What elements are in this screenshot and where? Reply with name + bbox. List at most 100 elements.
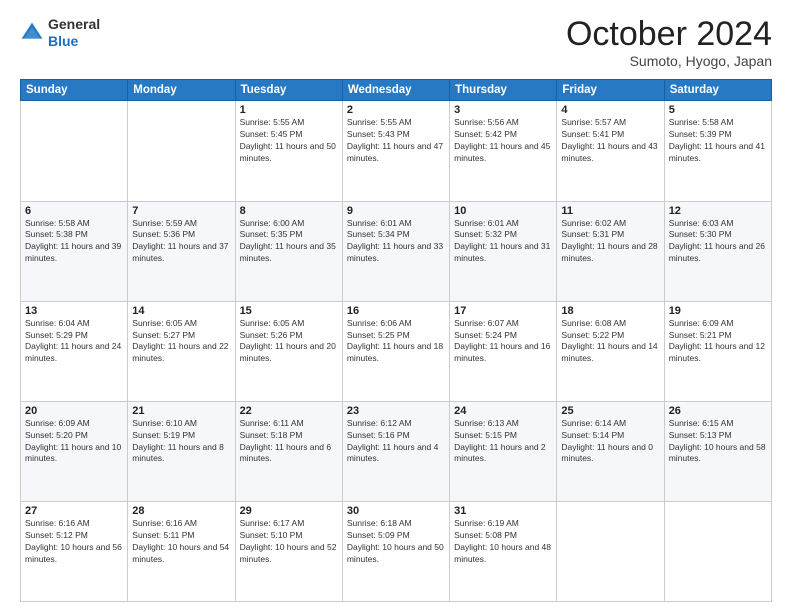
calendar-cell: 22Sunrise: 6:11 AMSunset: 5:18 PMDayligh…	[235, 401, 342, 501]
day-number: 1	[240, 104, 338, 116]
day-number: 14	[132, 305, 230, 317]
cell-text: Sunrise: 5:58 AMSunset: 5:39 PMDaylight:…	[669, 117, 767, 165]
cell-text: Sunrise: 6:06 AMSunset: 5:25 PMDaylight:…	[347, 318, 445, 366]
cell-text: Sunrise: 6:10 AMSunset: 5:19 PMDaylight:…	[132, 418, 230, 466]
cell-text: Sunrise: 6:12 AMSunset: 5:16 PMDaylight:…	[347, 418, 445, 466]
calendar-cell: 18Sunrise: 6:08 AMSunset: 5:22 PMDayligh…	[557, 301, 664, 401]
cell-text: Sunrise: 6:01 AMSunset: 5:34 PMDaylight:…	[347, 218, 445, 266]
day-number: 5	[669, 104, 767, 116]
day-number: 12	[669, 205, 767, 217]
calendar-cell	[21, 101, 128, 201]
weekday-header-friday: Friday	[557, 80, 664, 101]
day-number: 9	[347, 205, 445, 217]
calendar-week-3: 13Sunrise: 6:04 AMSunset: 5:29 PMDayligh…	[21, 301, 772, 401]
calendar-cell: 13Sunrise: 6:04 AMSunset: 5:29 PMDayligh…	[21, 301, 128, 401]
calendar-cell: 7Sunrise: 5:59 AMSunset: 5:36 PMDaylight…	[128, 201, 235, 301]
cell-text: Sunrise: 6:05 AMSunset: 5:26 PMDaylight:…	[240, 318, 338, 366]
weekday-header-monday: Monday	[128, 80, 235, 101]
day-number: 27	[25, 505, 123, 517]
calendar-cell: 9Sunrise: 6:01 AMSunset: 5:34 PMDaylight…	[342, 201, 449, 301]
day-number: 8	[240, 205, 338, 217]
weekday-header-row: SundayMondayTuesdayWednesdayThursdayFrid…	[21, 80, 772, 101]
calendar-cell	[557, 501, 664, 601]
cell-text: Sunrise: 5:55 AMSunset: 5:43 PMDaylight:…	[347, 117, 445, 165]
header: General Blue October 2024 Sumoto, Hyogo,…	[20, 16, 772, 69]
day-number: 7	[132, 205, 230, 217]
day-number: 23	[347, 405, 445, 417]
calendar-cell: 20Sunrise: 6:09 AMSunset: 5:20 PMDayligh…	[21, 401, 128, 501]
calendar-cell: 8Sunrise: 6:00 AMSunset: 5:35 PMDaylight…	[235, 201, 342, 301]
day-number: 15	[240, 305, 338, 317]
weekday-header-tuesday: Tuesday	[235, 80, 342, 101]
day-number: 4	[561, 104, 659, 116]
cell-text: Sunrise: 5:56 AMSunset: 5:42 PMDaylight:…	[454, 117, 552, 165]
day-number: 10	[454, 205, 552, 217]
day-number: 22	[240, 405, 338, 417]
calendar-week-5: 27Sunrise: 6:16 AMSunset: 5:12 PMDayligh…	[21, 501, 772, 601]
cell-text: Sunrise: 5:55 AMSunset: 5:45 PMDaylight:…	[240, 117, 338, 165]
calendar-table: SundayMondayTuesdayWednesdayThursdayFrid…	[20, 79, 772, 602]
logo: General Blue	[20, 16, 100, 50]
day-number: 24	[454, 405, 552, 417]
logo-blue: Blue	[48, 33, 78, 49]
cell-text: Sunrise: 6:01 AMSunset: 5:32 PMDaylight:…	[454, 218, 552, 266]
calendar-cell: 5Sunrise: 5:58 AMSunset: 5:39 PMDaylight…	[664, 101, 771, 201]
location: Sumoto, Hyogo, Japan	[566, 53, 772, 69]
cell-text: Sunrise: 6:13 AMSunset: 5:15 PMDaylight:…	[454, 418, 552, 466]
calendar-cell: 2Sunrise: 5:55 AMSunset: 5:43 PMDaylight…	[342, 101, 449, 201]
cell-text: Sunrise: 6:05 AMSunset: 5:27 PMDaylight:…	[132, 318, 230, 366]
day-number: 13	[25, 305, 123, 317]
day-number: 17	[454, 305, 552, 317]
day-number: 18	[561, 305, 659, 317]
day-number: 6	[25, 205, 123, 217]
calendar-cell: 30Sunrise: 6:18 AMSunset: 5:09 PMDayligh…	[342, 501, 449, 601]
calendar-cell: 31Sunrise: 6:19 AMSunset: 5:08 PMDayligh…	[450, 501, 557, 601]
day-number: 3	[454, 104, 552, 116]
calendar-week-1: 1Sunrise: 5:55 AMSunset: 5:45 PMDaylight…	[21, 101, 772, 201]
cell-text: Sunrise: 6:04 AMSunset: 5:29 PMDaylight:…	[25, 318, 123, 366]
calendar-cell: 1Sunrise: 5:55 AMSunset: 5:45 PMDaylight…	[235, 101, 342, 201]
cell-text: Sunrise: 6:19 AMSunset: 5:08 PMDaylight:…	[454, 518, 552, 566]
calendar-cell: 16Sunrise: 6:06 AMSunset: 5:25 PMDayligh…	[342, 301, 449, 401]
calendar-cell: 11Sunrise: 6:02 AMSunset: 5:31 PMDayligh…	[557, 201, 664, 301]
calendar-cell: 21Sunrise: 6:10 AMSunset: 5:19 PMDayligh…	[128, 401, 235, 501]
calendar-cell	[664, 501, 771, 601]
cell-text: Sunrise: 6:15 AMSunset: 5:13 PMDaylight:…	[669, 418, 767, 466]
weekday-header-sunday: Sunday	[21, 80, 128, 101]
page: General Blue October 2024 Sumoto, Hyogo,…	[0, 0, 792, 612]
month-title: October 2024	[566, 16, 772, 53]
cell-text: Sunrise: 6:14 AMSunset: 5:14 PMDaylight:…	[561, 418, 659, 466]
calendar-week-4: 20Sunrise: 6:09 AMSunset: 5:20 PMDayligh…	[21, 401, 772, 501]
logo-icon	[20, 21, 44, 45]
day-number: 30	[347, 505, 445, 517]
day-number: 25	[561, 405, 659, 417]
calendar-cell: 24Sunrise: 6:13 AMSunset: 5:15 PMDayligh…	[450, 401, 557, 501]
day-number: 31	[454, 505, 552, 517]
cell-text: Sunrise: 5:57 AMSunset: 5:41 PMDaylight:…	[561, 117, 659, 165]
cell-text: Sunrise: 6:18 AMSunset: 5:09 PMDaylight:…	[347, 518, 445, 566]
day-number: 21	[132, 405, 230, 417]
cell-text: Sunrise: 6:16 AMSunset: 5:11 PMDaylight:…	[132, 518, 230, 566]
logo-text: General Blue	[48, 16, 100, 50]
day-number: 28	[132, 505, 230, 517]
title-block: October 2024 Sumoto, Hyogo, Japan	[566, 16, 772, 69]
cell-text: Sunrise: 6:17 AMSunset: 5:10 PMDaylight:…	[240, 518, 338, 566]
weekday-header-saturday: Saturday	[664, 80, 771, 101]
day-number: 11	[561, 205, 659, 217]
calendar-week-2: 6Sunrise: 5:58 AMSunset: 5:38 PMDaylight…	[21, 201, 772, 301]
cell-text: Sunrise: 6:02 AMSunset: 5:31 PMDaylight:…	[561, 218, 659, 266]
calendar-cell: 29Sunrise: 6:17 AMSunset: 5:10 PMDayligh…	[235, 501, 342, 601]
calendar-cell	[128, 101, 235, 201]
cell-text: Sunrise: 6:08 AMSunset: 5:22 PMDaylight:…	[561, 318, 659, 366]
day-number: 20	[25, 405, 123, 417]
weekday-header-wednesday: Wednesday	[342, 80, 449, 101]
cell-text: Sunrise: 5:59 AMSunset: 5:36 PMDaylight:…	[132, 218, 230, 266]
calendar-cell: 15Sunrise: 6:05 AMSunset: 5:26 PMDayligh…	[235, 301, 342, 401]
day-number: 26	[669, 405, 767, 417]
calendar-cell: 17Sunrise: 6:07 AMSunset: 5:24 PMDayligh…	[450, 301, 557, 401]
cell-text: Sunrise: 6:11 AMSunset: 5:18 PMDaylight:…	[240, 418, 338, 466]
calendar-cell: 14Sunrise: 6:05 AMSunset: 5:27 PMDayligh…	[128, 301, 235, 401]
logo-general: General	[48, 16, 100, 32]
calendar-cell: 27Sunrise: 6:16 AMSunset: 5:12 PMDayligh…	[21, 501, 128, 601]
calendar-cell: 4Sunrise: 5:57 AMSunset: 5:41 PMDaylight…	[557, 101, 664, 201]
